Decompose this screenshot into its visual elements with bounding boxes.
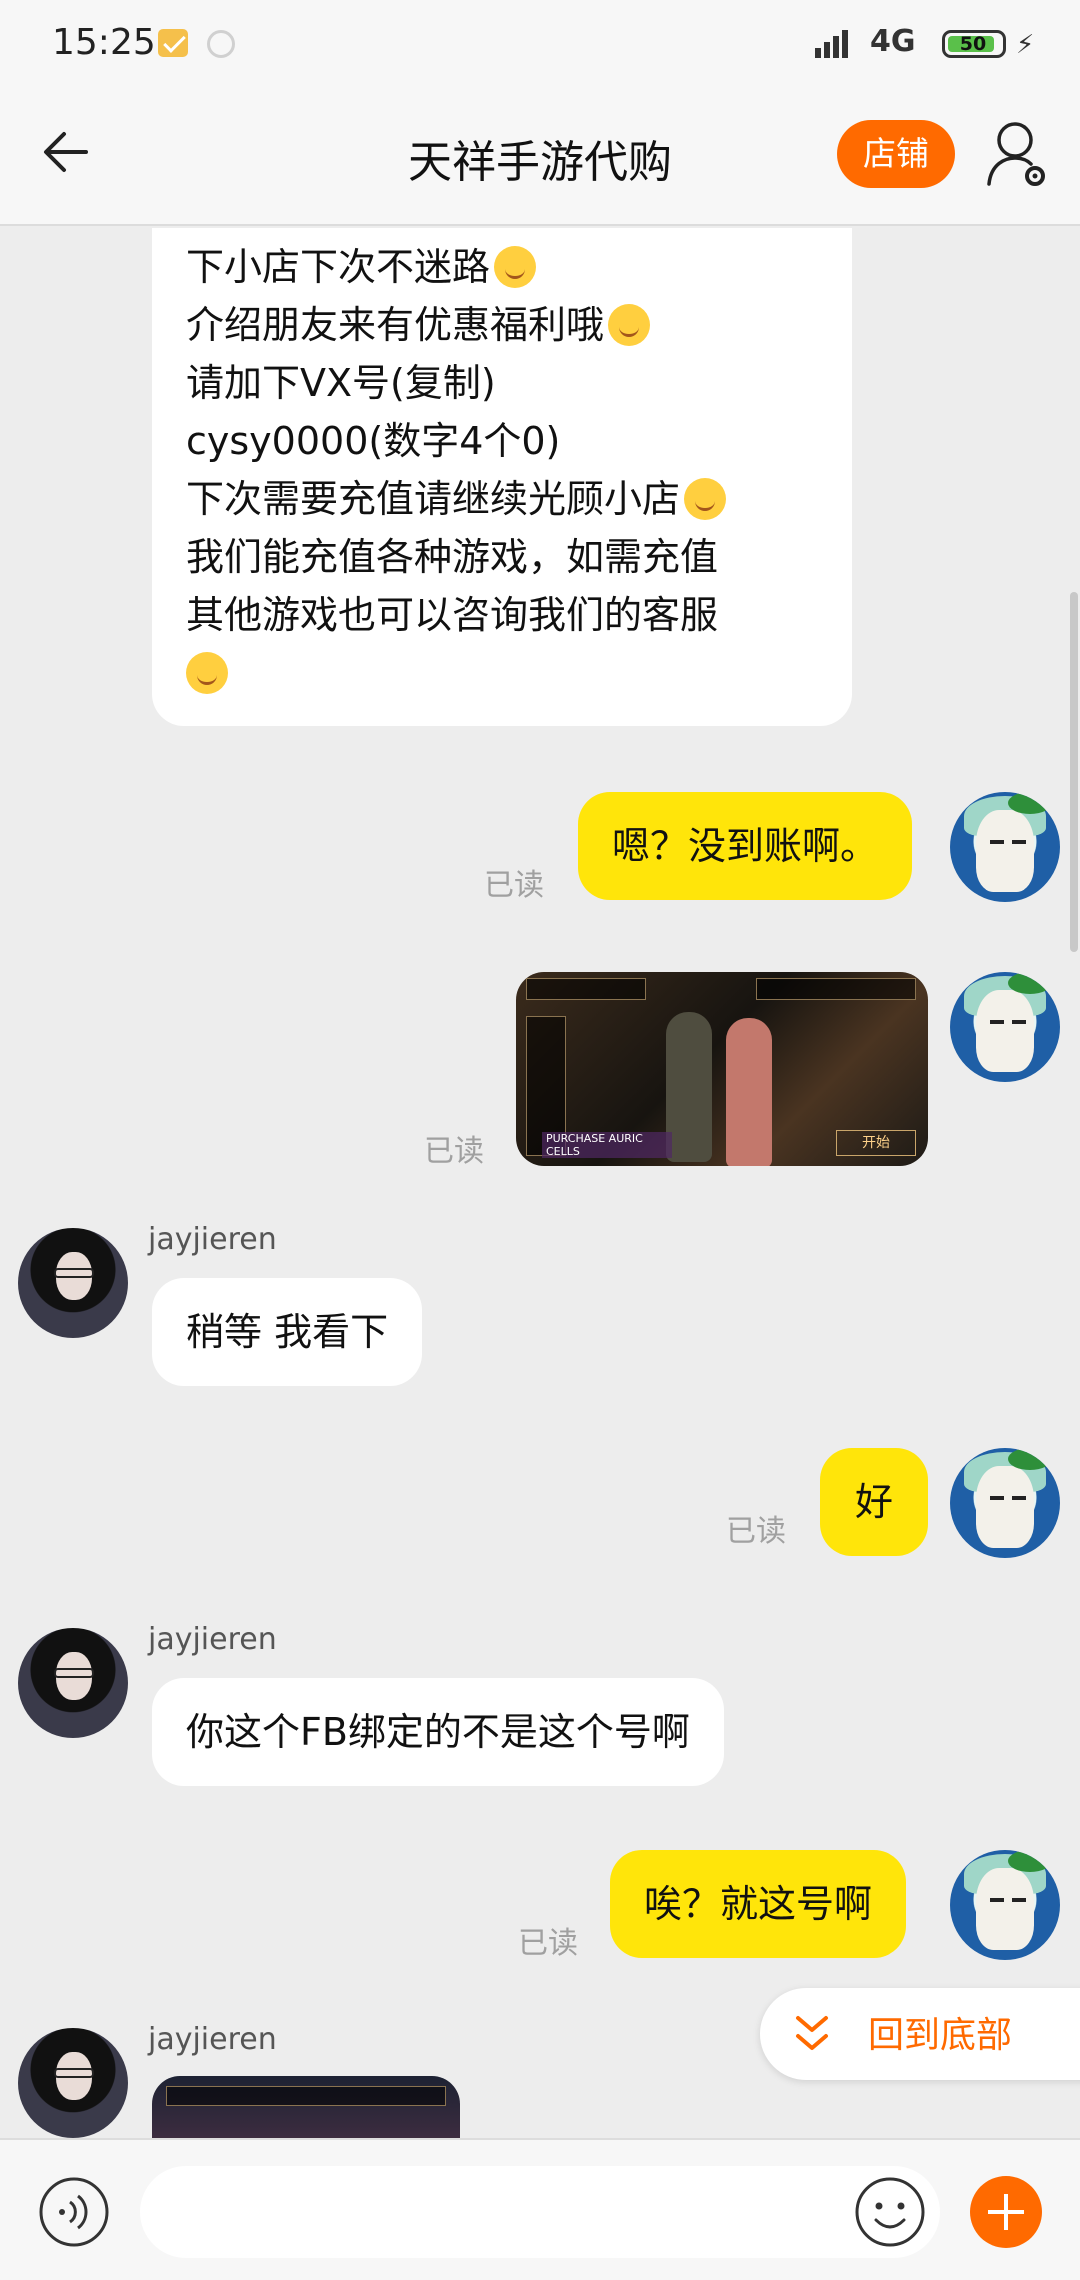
message-bubble-incoming[interactable]: 请确认收货满意好评哦。收藏 下小店下次不迷路 介绍朋友来有优惠福利哦 请加下VX… [152, 228, 852, 726]
battery-level: 50 [959, 33, 987, 55]
self-avatar[interactable] [950, 792, 1060, 902]
self-avatar[interactable] [950, 972, 1060, 1082]
contact-avatar[interactable] [18, 1228, 128, 1338]
emoji-picker-icon[interactable] [854, 2176, 926, 2248]
message-text: 好 [854, 1480, 893, 1524]
message-image-game-screenshot[interactable]: PURCHASE AURIC CELLS 开始 [516, 972, 928, 1166]
self-avatar[interactable] [950, 1448, 1060, 1558]
alarm-icon [207, 30, 235, 58]
message-line: 请加下VX号(复制) [186, 361, 496, 405]
message-line: 请确认收货满意好评哦。收藏 [186, 228, 818, 238]
message-line: cysy0000(数字4个0) [186, 419, 561, 463]
message-line: 我们能充值各种游戏，如需充值 [186, 535, 719, 579]
voice-input-icon[interactable] [38, 2176, 110, 2248]
status-bar: 15:25 4G 50 ⚡ [0, 0, 1080, 90]
message-text: 稍等 我看下 [186, 1310, 389, 1354]
contact-avatar[interactable] [18, 2028, 128, 2138]
charging-icon: ⚡ [1016, 30, 1035, 60]
chat-header: 天祥手游代购 店铺 [0, 90, 1080, 226]
message-bubble-incoming[interactable]: 稍等 我看下 [152, 1278, 423, 1386]
store-button[interactable]: 店铺 [837, 120, 955, 188]
message-input[interactable] [140, 2166, 940, 2258]
message-line: 下小店下次不迷路 [186, 245, 491, 289]
network-type: 4G [870, 24, 916, 59]
read-status: 已读 [424, 1134, 484, 1169]
emoji-icon [494, 246, 537, 288]
message-bubble-outgoing[interactable]: 好 [820, 1448, 928, 1556]
emoji-icon [608, 304, 651, 346]
back-to-bottom-label: 回到底部 [868, 2015, 1013, 2056]
promo-banner: PURCHASE AURIC CELLS [542, 1132, 672, 1158]
sender-name: jayjieren [148, 2022, 277, 2057]
signal-strength-icon [815, 28, 857, 58]
message-line: 其他游戏也可以咨询我们的客服 [186, 593, 719, 637]
status-time: 15:25 [52, 22, 156, 63]
message-input-bar [0, 2138, 1080, 2280]
sender-name: jayjieren [148, 1622, 277, 1657]
double-chevron-down-icon [796, 2016, 828, 2050]
emoji-icon [684, 478, 727, 520]
read-status: 已读 [518, 1926, 578, 1961]
more-actions-plus-button[interactable] [970, 2176, 1042, 2248]
message-text: 唉？就这号啊 [644, 1882, 873, 1926]
message-text: 嗯？没到账啊。 [612, 824, 879, 868]
mail-notification-icon [158, 29, 188, 57]
battery-icon: 50 [942, 30, 1006, 58]
message-line: 介绍朋友来有优惠福利哦 [186, 303, 605, 347]
message-bubble-outgoing[interactable]: 嗯？没到账啊。 [578, 792, 913, 900]
message-bubble-outgoing[interactable]: 唉？就这号啊 [610, 1850, 907, 1958]
back-to-bottom-button[interactable]: 回到底部 [760, 1988, 1080, 2080]
emoji-icon [186, 652, 228, 694]
contact-avatar[interactable] [18, 1628, 128, 1738]
message-line: 下次需要充值请继续光顾小店 [186, 477, 681, 521]
read-status: 已读 [726, 1514, 786, 1549]
scrollbar[interactable] [1070, 592, 1078, 952]
self-avatar[interactable] [950, 1850, 1060, 1960]
message-image-game-screenshot[interactable] [152, 2076, 460, 2138]
game-start-button: 开始 [836, 1130, 916, 1156]
read-status: 已读 [484, 868, 544, 903]
chat-message-list[interactable]: 请确认收货满意好评哦。收藏 下小店下次不迷路 介绍朋友来有优惠福利哦 请加下VX… [0, 228, 1080, 2138]
sender-name: jayjieren [148, 1222, 277, 1257]
message-bubble-incoming[interactable]: 你这个FB绑定的不是这个号啊 [152, 1678, 724, 1786]
message-text: 你这个FB绑定的不是这个号啊 [186, 1710, 690, 1754]
user-settings-icon[interactable] [985, 118, 1049, 190]
